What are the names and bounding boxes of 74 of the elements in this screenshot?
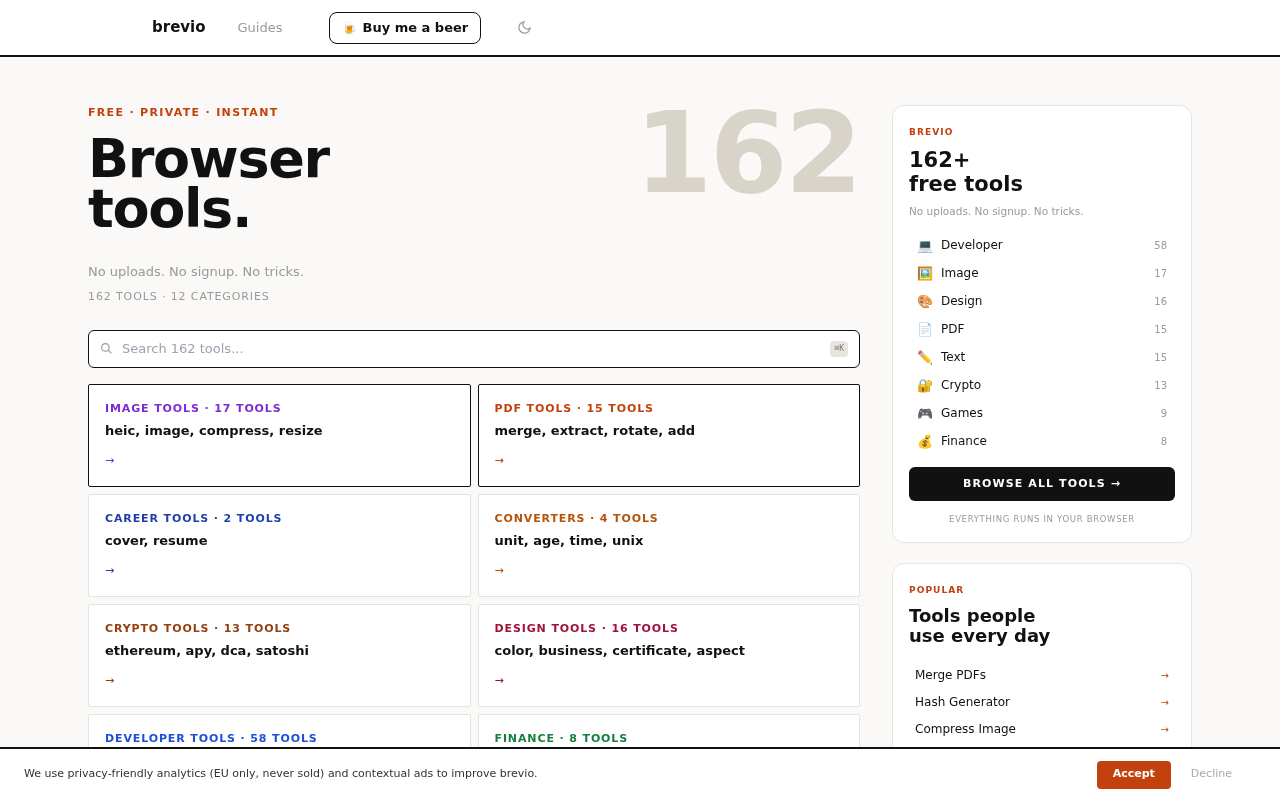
card-eyebrow: BREVIO [909,126,955,139]
category-icon: 🎨 [917,291,941,311]
category-count: 15 [1154,350,1167,365]
hero-eyebrow: FREE · PRIVATE · INSTANT [88,105,280,121]
category-icon: 🎮 [917,403,941,423]
card-label: DESIGN TOOLS · 16 TOOLS [494,620,680,637]
moon-icon[interactable] [517,20,533,35]
arrow-icon: → [105,562,454,579]
category-link[interactable]: 💻 Developer 58 [909,231,1175,260]
card-keywords: ethereum, apy, dca, satoshi [105,642,310,660]
hero-subtitle: No uploads. No signup. No tricks. [88,262,305,281]
beer-icon: 🍺 [341,18,357,37]
category-link[interactable]: ✏ Text 15 [909,343,1175,372]
category-count: 17 [1154,266,1167,281]
popular-tool-link[interactable]: Compress Image → [909,715,1175,743]
hero-title: Browser tools. [88,133,329,234]
cookie-message: We use privacy-friendly analytics (EU only, never sold) and contextual ads to improve brevio. [24,766,539,783]
card-label: IMAGE TOOLS · 17 TOOLS [105,400,283,417]
card-label: CAREER TOOLS · 2 TOOLS [105,510,284,527]
category-icon: 🔐 [917,375,941,395]
hero-stats: 162 TOOLS · 12 CATEGORIES [88,289,271,305]
category-card[interactable]: DESIGN TOOLS · 16 TOOLS color, business, certificate, aspect → [477,603,860,707]
arrow-icon: → [494,452,843,469]
card-keywords: cover, resume [105,532,209,550]
arrow-icon: → [1160,721,1169,737]
logo[interactable]: brevio [152,16,206,39]
category-icon: 💰 [917,431,941,451]
popular-tool-link[interactable]: Hash Generator → [909,688,1175,716]
popular-tool-link[interactable]: Merge PDFs → [909,661,1175,689]
arrow-icon: → [105,452,454,469]
buy-beer-button[interactable]: 🍺 Buy me a beer [328,11,482,44]
category-icon: ✏ [917,347,941,367]
category-link[interactable]: 🖼 Image 17 [909,259,1175,288]
card-label: PDF TOOLS · 15 TOOLS [494,400,655,417]
category-count: 8 [1160,434,1167,449]
card-label: FINANCE · 8 TOOLS [494,730,630,747]
accept-button[interactable]: Accept [1096,760,1171,789]
card-keywords: heic, image, compress, resize [105,422,324,440]
category-count: 9 [1160,406,1167,421]
category-link[interactable]: 🎨 Design 16 [909,287,1175,316]
category-card[interactable]: CRYPTO TOOLS · 13 TOOLS ethereum, apy, dca, satoshi → [88,603,471,707]
category-icon: 📄 [917,319,941,339]
card-eyebrow: POPULAR [909,584,966,597]
browse-all-button[interactable]: BROWSE ALL TOOLS → [909,467,1175,502]
category-card[interactable]: CONVERTERS · 4 TOOLS unit, age, time, unix → [477,493,860,597]
category-icon: 💻 [917,235,941,255]
arrow-icon: → [494,672,843,689]
card-footnote: EVERYTHING RUNS IN YOUR BROWSER [948,513,1136,526]
category-link[interactable]: 💰 Finance 8 [909,427,1175,456]
category-card[interactable]: CAREER TOOLS · 2 TOOLS cover, resume → [88,493,471,597]
arrow-icon: → [1160,694,1169,710]
card-label: CRYPTO TOOLS · 13 TOOLS [105,620,293,637]
card-title: Tools people use every day [909,605,1052,646]
search-icon [100,341,113,355]
arrow-icon: → [1160,667,1169,683]
card-label: CONVERTERS · 4 TOOLS [494,510,660,527]
arrow-icon: → [494,562,843,579]
card-subtitle: No uploads. No signup. No tricks. [909,203,1085,219]
category-count: 16 [1154,294,1167,309]
category-card[interactable]: PDF TOOLS · 15 TOOLS merge, extract, rotate, add → [477,383,860,487]
category-count: 15 [1154,322,1167,337]
card-keywords: color, business, certificate, aspect [494,642,747,660]
card-keywords: unit, age, time, unix [494,532,645,550]
category-card[interactable]: IMAGE TOOLS · 17 TOOLS heic, image, compress, resize → [88,383,471,487]
category-link[interactable]: 📄 PDF 15 [909,315,1175,344]
card-label: DEVELOPER TOOLS · 58 TOOLS [105,730,319,747]
category-count: 13 [1154,378,1167,393]
category-icon: 🖼 [917,263,941,283]
category-link[interactable]: 🔐 Crypto 13 [909,371,1175,400]
card-keywords: merge, extract, rotate, add [494,422,697,440]
card-title: 162+ free tools [909,147,1024,196]
category-link[interactable]: 🎮 Games 9 [909,399,1175,428]
arrow-icon: → [105,672,454,689]
category-count: 58 [1154,238,1167,253]
